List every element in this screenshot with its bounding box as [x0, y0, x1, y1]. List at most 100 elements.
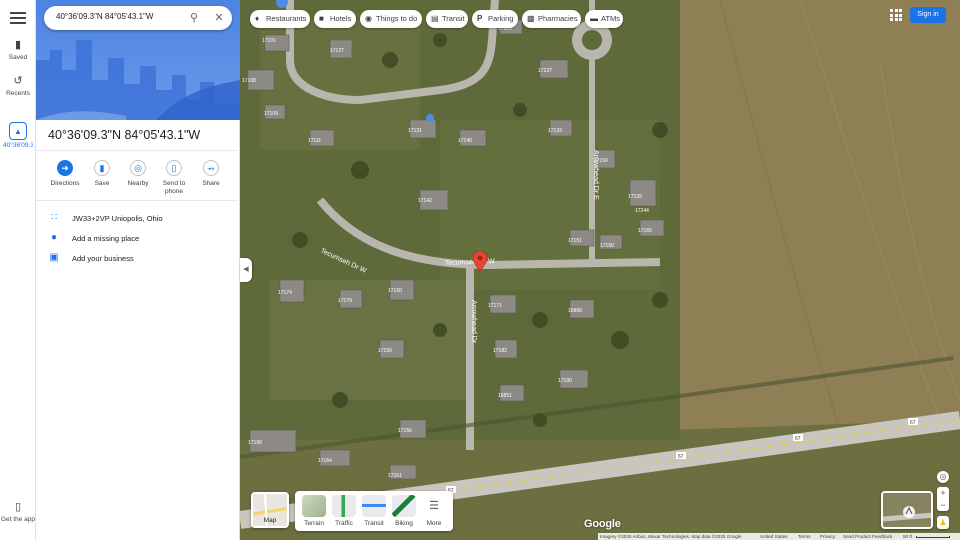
- layer-label: Transit: [364, 520, 384, 527]
- share-button[interactable]: ⥇ Share: [193, 158, 229, 188]
- directions-button[interactable]: ➜ Directions: [47, 158, 83, 188]
- sign-in-button[interactable]: Sign in: [910, 7, 946, 23]
- house-number-label: 17142: [418, 198, 432, 204]
- add-business-row[interactable]: ▣ Add your business: [48, 251, 238, 267]
- layers-panel: Terrain Traffic Transit Biking ☰ More: [295, 491, 453, 531]
- biking-icon: [392, 495, 416, 517]
- zoom-in-icon[interactable]: +: [937, 487, 949, 499]
- house-number-label: 17101: [262, 38, 276, 44]
- feedback-link[interactable]: Send Product Feedback: [843, 534, 892, 539]
- house-number-label: 17151: [568, 238, 582, 244]
- house-number-label: 17244: [635, 208, 649, 214]
- house-number-label: 17156: [594, 158, 608, 164]
- send-to-phone-icon: ▯: [166, 160, 182, 176]
- privacy-link[interactable]: Privacy: [820, 534, 835, 539]
- house-number-label: 17171: [488, 303, 502, 309]
- rail-saved-label: Saved: [8, 54, 28, 61]
- chip-label: Things to do: [376, 14, 418, 23]
- apps-grid-icon[interactable]: [888, 8, 904, 22]
- rail-current-place[interactable]: ▲ 40°36'09.3"N: [0, 122, 36, 166]
- nearby-button[interactable]: ◎ Nearby: [120, 158, 156, 188]
- chip-label: Parking: [488, 14, 514, 23]
- layer-transit[interactable]: Transit: [361, 495, 387, 527]
- chip-atms[interactable]: ▬ ATMs: [585, 10, 623, 28]
- zoom-out-icon[interactable]: −: [937, 499, 949, 511]
- transit-icon: [362, 495, 386, 517]
- layer-more[interactable]: ☰ More: [421, 495, 447, 527]
- rail-recents[interactable]: ↺ Recents: [0, 74, 36, 97]
- house-number-label: 17133: [548, 128, 562, 134]
- house-number-label: 17198: [248, 440, 262, 446]
- save-button[interactable]: ▮ Save: [84, 158, 120, 188]
- layer-traffic[interactable]: Traffic: [331, 495, 357, 527]
- location-pin-icon: [473, 251, 487, 271]
- share-icon: ⥇: [203, 160, 219, 176]
- add-place-icon: ●: [50, 232, 58, 243]
- transit-icon: ▤: [431, 14, 439, 23]
- terms-link[interactable]: Terms: [798, 534, 811, 539]
- chip-hotels[interactable]: ■ Hotels: [314, 10, 356, 28]
- chip-transit[interactable]: ▤ Transit: [426, 10, 468, 28]
- rail-current-label: 40°36'09.3"N: [3, 142, 33, 149]
- house-number-label: 17131: [408, 128, 422, 134]
- plus-code-row[interactable]: ∷ JW33+2VP Uniopolis, Ohio: [48, 211, 238, 227]
- nearby-icon: ◎: [130, 160, 146, 176]
- house-number-label: 17165: [638, 228, 652, 234]
- chip-things-to-do[interactable]: ◉ Things to do: [360, 10, 422, 28]
- chip-label: Transit: [442, 14, 465, 23]
- left-rail: ▮ Saved ↺ Recents ▲ 40°36'09.3"N ▯ Get t…: [0, 0, 36, 540]
- plus-code-text: JW33+2VP Uniopolis, Ohio: [72, 214, 163, 223]
- house-number-label: 17164: [318, 458, 332, 464]
- pegman-icon[interactable]: ♟: [937, 516, 949, 529]
- send-to-phone-label: Send to phone: [162, 180, 186, 195]
- chip-label: Restaurants: [266, 14, 307, 23]
- chip-parking[interactable]: P Parking: [472, 10, 518, 28]
- chip-label: Hotels: [330, 14, 352, 23]
- house-number-label: 17174: [278, 290, 292, 296]
- layer-biking[interactable]: Biking: [391, 495, 417, 527]
- place-thumbnail-icon: ▲: [9, 122, 27, 140]
- chip-restaurants[interactable]: ♦ Restaurants: [250, 10, 310, 28]
- pharmacy-icon: ▩: [527, 14, 535, 23]
- layer-label: More: [426, 520, 442, 527]
- menu-icon[interactable]: [10, 12, 26, 24]
- house-number-label: 17127: [330, 48, 344, 54]
- layer-terrain[interactable]: Terrain: [301, 495, 327, 527]
- street-label: Arrowhead Dr: [470, 300, 477, 344]
- close-icon[interactable]: ✕: [212, 11, 226, 25]
- rail-saved[interactable]: ▮ Saved: [0, 38, 36, 61]
- rail-recents-label: Recents: [6, 90, 30, 97]
- save-label: Save: [94, 180, 110, 187]
- send-to-phone-button[interactable]: ▯ Send to phone: [156, 158, 192, 196]
- restaurant-icon: ♦: [255, 14, 260, 23]
- search-box: ⚲ ✕: [44, 6, 232, 30]
- chip-label: ATMs: [601, 14, 621, 23]
- street-view-preview: [883, 493, 931, 527]
- my-location-icon[interactable]: ◎: [937, 471, 949, 483]
- collapse-panel-button[interactable]: ◀: [240, 258, 252, 282]
- house-number-label: 16868: [568, 308, 582, 314]
- country-link[interactable]: United States: [760, 534, 788, 539]
- bookmark-icon: ▮: [14, 39, 22, 51]
- scale-label: 50 ft: [903, 534, 912, 539]
- map-canvas[interactable]: Tecumseh Dr W Tecumseh Dr W Arrowhead Dr…: [240, 0, 960, 540]
- chip-pharmacies[interactable]: ▩ Pharmacies: [522, 10, 581, 28]
- house-number-label: 17139: [628, 194, 642, 200]
- add-missing-place-row[interactable]: ● Add a missing place: [48, 231, 238, 247]
- house-number-label: 17111: [308, 138, 321, 144]
- rail-get-app[interactable]: ▯ Get the app: [0, 500, 36, 523]
- business-icon: ▣: [49, 252, 59, 263]
- map-type-toggle[interactable]: Map: [251, 492, 289, 528]
- bookmark-icon: ▮: [94, 160, 110, 176]
- house-number-label: 16851: [498, 393, 512, 399]
- route-shield: 67: [678, 454, 684, 460]
- street-view-thumbnail[interactable]: [881, 491, 933, 529]
- traffic-icon: [332, 495, 356, 517]
- divider: [36, 200, 240, 201]
- zoom-control: + −: [937, 487, 949, 511]
- search-input[interactable]: [56, 12, 176, 21]
- phone-icon: ▯: [14, 501, 22, 513]
- google-logo: Google: [584, 518, 621, 530]
- search-icon[interactable]: ⚲: [187, 11, 201, 25]
- house-number-label: 17108: [242, 78, 256, 84]
